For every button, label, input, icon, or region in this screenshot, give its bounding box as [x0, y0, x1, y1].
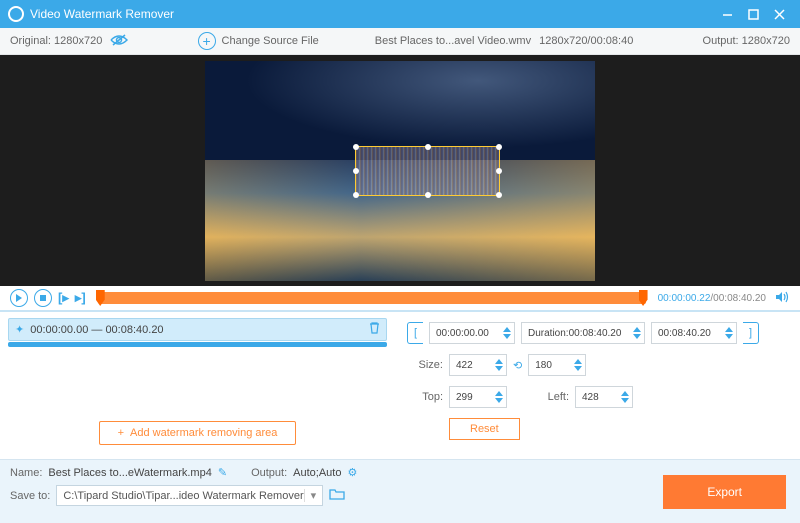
reset-button[interactable]: Reset — [449, 418, 520, 440]
resize-handle[interactable] — [496, 168, 502, 174]
segment-row[interactable]: ✦ 00:00:00.00 — 00:08:40.20 — [8, 318, 387, 341]
app-title: Video Watermark Remover — [30, 7, 714, 21]
watermark-selection-box[interactable] — [355, 146, 500, 196]
save-path-value: C:\Tipard Studio\Tipar...ideo Watermark … — [63, 490, 303, 502]
delete-segment-icon[interactable] — [369, 322, 380, 337]
volume-icon[interactable] — [776, 291, 790, 306]
segment-range: 00:00:00.00 — 00:08:40.20 — [30, 324, 369, 336]
spinner-up[interactable] — [620, 390, 630, 397]
resize-handle[interactable] — [496, 144, 502, 150]
size-label: Size: — [407, 359, 443, 371]
add-area-label: Add watermark removing area — [130, 427, 277, 439]
resize-handle[interactable] — [425, 192, 431, 198]
end-time-input[interactable]: 00:08:40.20 — [651, 322, 737, 344]
mark-in-button[interactable]: [▸ — [58, 290, 69, 306]
width-input[interactable]: 422 — [449, 354, 507, 376]
spinner-down[interactable] — [494, 397, 504, 404]
titlebar: Video Watermark Remover — [0, 0, 800, 28]
top-label: Top: — [407, 391, 443, 403]
left-label: Left: — [533, 391, 569, 403]
play-button[interactable] — [10, 289, 28, 307]
bottom-bar: Name: Best Places to...eWatermark.mp4 ✎ … — [0, 459, 800, 523]
change-source-button[interactable]: + Change Source File — [198, 32, 319, 50]
spinner-down[interactable] — [573, 365, 583, 372]
saveto-label: Save to: — [10, 490, 50, 502]
spinner-up[interactable] — [573, 358, 583, 365]
resize-handle[interactable] — [353, 192, 359, 198]
open-folder-icon[interactable] — [329, 488, 345, 503]
time-display: 00:00:00.22/00:08:40.20 — [658, 293, 766, 304]
resolution-duration: 1280x720/00:08:40 — [539, 35, 633, 47]
add-watermark-area-button[interactable]: + Add watermark removing area — [99, 421, 297, 445]
minimize-button[interactable] — [714, 0, 740, 28]
name-label: Name: — [10, 467, 42, 479]
spinner-up[interactable] — [632, 326, 642, 333]
height-input[interactable]: 180 — [528, 354, 586, 376]
output-settings-icon[interactable]: ⚙ — [347, 466, 357, 479]
start-time-input[interactable]: 00:00:00.00 — [429, 322, 515, 344]
plus-icon: + — [118, 427, 124, 439]
maximize-button[interactable] — [740, 0, 766, 28]
segment-icon: ✦ — [15, 323, 24, 336]
spinner-down[interactable] — [632, 333, 642, 340]
segments-pane: ✦ 00:00:00.00 — 00:08:40.20 + Add waterm… — [0, 312, 395, 459]
spinner-up[interactable] — [494, 358, 504, 365]
preview-toggle-icon[interactable] — [110, 34, 128, 49]
set-start-button[interactable]: [ — [407, 322, 423, 344]
change-source-label: Change Source File — [222, 35, 319, 47]
top-input[interactable]: 299 — [449, 386, 507, 408]
output-resolution: Output: 1280x720 — [703, 35, 790, 47]
resize-handle[interactable] — [496, 192, 502, 198]
stop-button[interactable] — [34, 289, 52, 307]
spinner-down[interactable] — [724, 333, 734, 340]
playback-controls: [▸ ▸] 00:00:00.22/00:08:40.20 — [0, 286, 800, 312]
output-label: Output: — [251, 467, 287, 479]
aspect-lock-icon[interactable]: ⟲ — [513, 359, 522, 372]
resize-handle[interactable] — [353, 168, 359, 174]
mark-out-button[interactable]: ▸] — [75, 290, 86, 306]
app-logo-icon — [8, 6, 24, 22]
path-dropdown-icon[interactable]: ▾ — [304, 489, 317, 502]
export-button[interactable]: Export — [663, 475, 786, 509]
spinner-down[interactable] — [494, 365, 504, 372]
blur-overlay — [356, 147, 499, 195]
save-path-input[interactable]: C:\Tipard Studio\Tipar...ideo Watermark … — [56, 485, 323, 506]
duration-input[interactable]: Duration:00:08:40.20 — [521, 322, 645, 344]
spinner-up[interactable] — [494, 390, 504, 397]
set-end-button[interactable]: ] — [743, 322, 759, 344]
timeline-range — [98, 292, 646, 304]
original-resolution: Original: 1280x720 — [10, 35, 102, 47]
video-frame — [205, 61, 595, 281]
resize-handle[interactable] — [353, 144, 359, 150]
info-bar: Original: 1280x720 + Change Source File … — [0, 28, 800, 55]
resize-handle[interactable] — [425, 144, 431, 150]
edit-name-icon[interactable]: ✎ — [218, 466, 227, 479]
video-preview[interactable] — [0, 55, 800, 286]
output-name: Best Places to...eWatermark.mp4 — [48, 467, 211, 479]
output-format: Auto;Auto — [293, 467, 341, 479]
spinner-down[interactable] — [620, 397, 630, 404]
current-filename: Best Places to...avel Video.wmv — [375, 35, 531, 47]
spinner-down[interactable] — [502, 333, 512, 340]
params-pane: [ 00:00:00.00 Duration:00:08:40.20 00:08… — [395, 312, 800, 459]
segment-bar — [8, 342, 387, 347]
plus-icon: + — [198, 32, 216, 50]
left-input[interactable]: 428 — [575, 386, 633, 408]
work-area: ✦ 00:00:00.00 — 00:08:40.20 + Add waterm… — [0, 312, 800, 459]
timeline-slider[interactable] — [98, 292, 646, 304]
spinner-up[interactable] — [724, 326, 734, 333]
spinner-up[interactable] — [502, 326, 512, 333]
close-button[interactable] — [766, 0, 792, 28]
